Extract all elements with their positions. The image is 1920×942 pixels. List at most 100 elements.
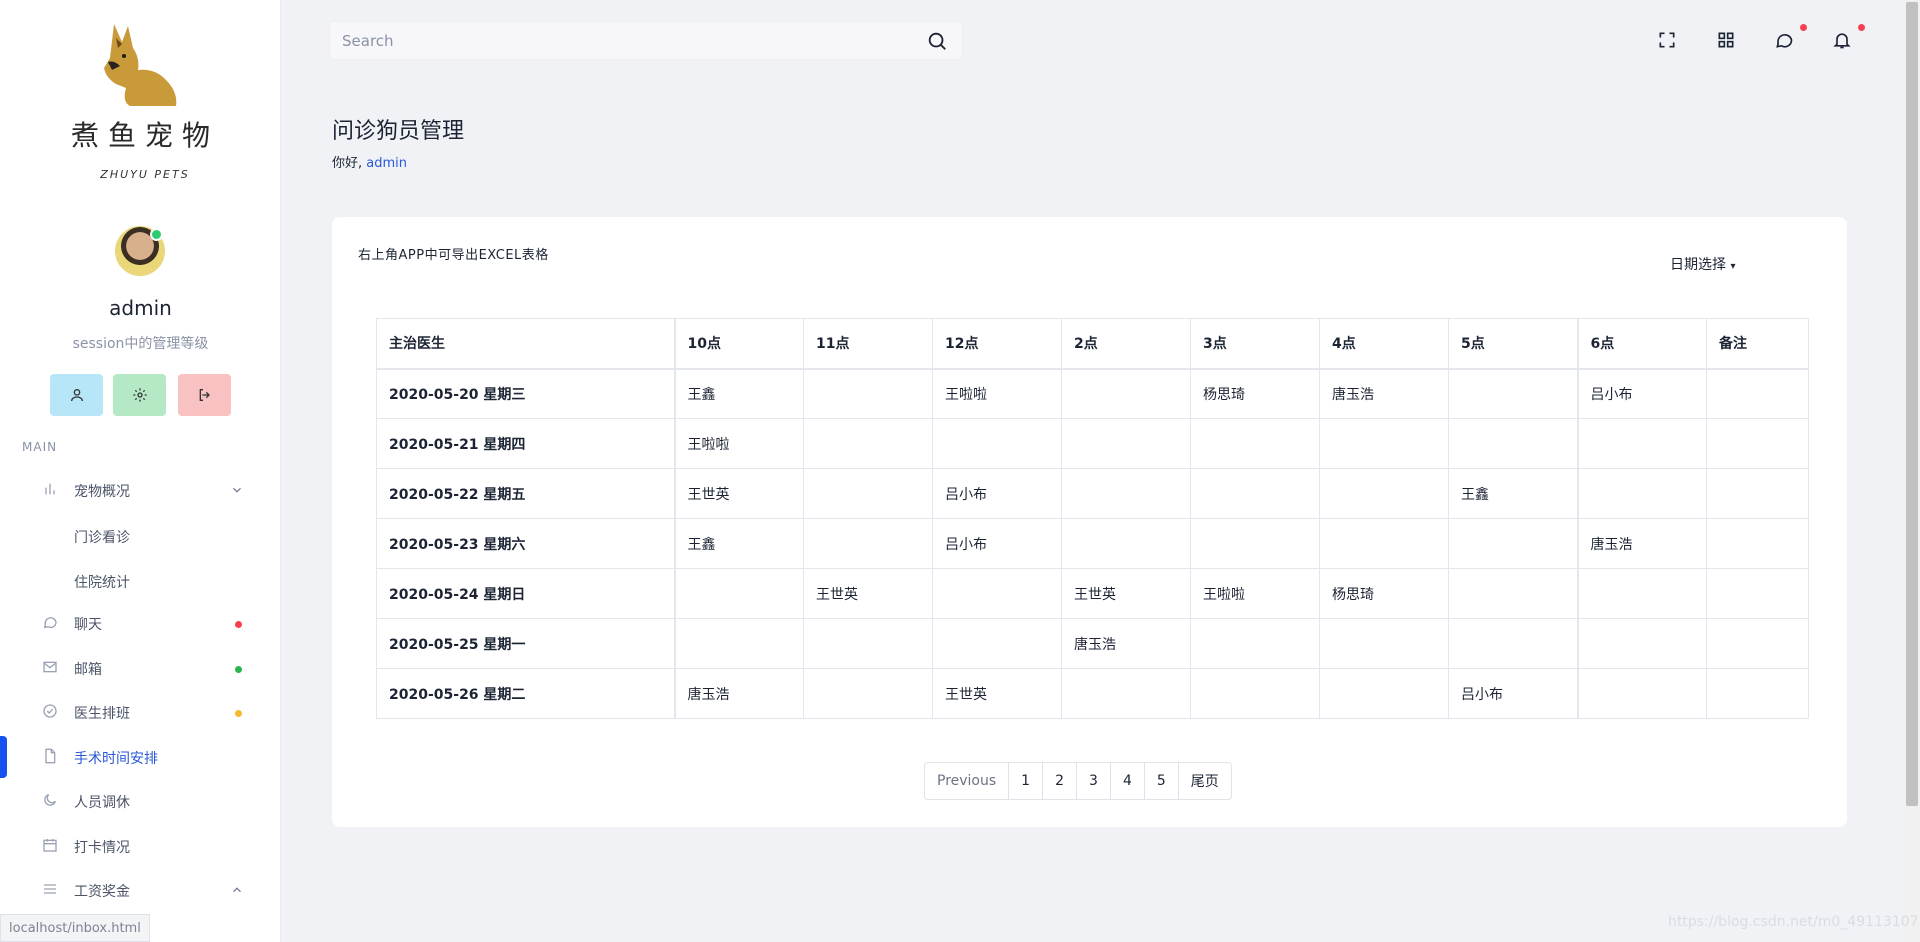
table-cell: 唐玉浩: [673, 668, 804, 719]
last-page-button[interactable]: 尾页: [1177, 763, 1231, 799]
table-cell: 王鑫: [673, 368, 804, 419]
search-input[interactable]: [342, 31, 902, 51]
page-button[interactable]: 5: [1143, 763, 1178, 799]
page-button[interactable]: 2: [1042, 763, 1076, 799]
online-status-dot: [150, 228, 163, 241]
file-icon: [40, 748, 60, 768]
table-cell: [1706, 468, 1809, 519]
column-header: 4点: [1319, 318, 1449, 370]
table-cell: [1061, 518, 1191, 569]
table-cell: [1706, 668, 1809, 719]
settings-button[interactable]: [113, 374, 166, 416]
sidebar-item-staff-leave[interactable]: 人员调休: [0, 784, 280, 820]
dog-logo-icon: [104, 24, 177, 106]
table-row: 2020-05-22 星期五 王世英 吕小布 王鑫: [376, 468, 1809, 519]
sidebar-item-doctor-schedule[interactable]: 医生排班: [0, 695, 280, 731]
table-cell: [1576, 618, 1707, 669]
scrollbar-thumb[interactable]: [1906, 2, 1918, 806]
sidebar-item-salary[interactable]: 工资奖金: [0, 873, 280, 909]
notifications-button[interactable]: [1830, 28, 1854, 52]
logout-button[interactable]: [178, 374, 231, 416]
sidebar-item-label: 打卡情况: [74, 840, 130, 856]
table-cell: [1576, 468, 1707, 519]
export-note: 右上角APP中可导出EXCEL表格: [358, 248, 549, 263]
table-cell: 杨思琦: [1319, 568, 1449, 619]
brand-title: 煮鱼宠物: [70, 119, 219, 152]
watermark-text: https://blog.csdn.net/m0_49113107: [1668, 914, 1919, 930]
search-box: [329, 21, 963, 60]
table-row: 2020-05-25 星期一 唐玉浩: [376, 618, 1809, 669]
table-cell: [1706, 568, 1809, 619]
status-url: localhost/inbox.html: [0, 914, 150, 942]
sidebar-subitem-outpatient[interactable]: 门诊看诊: [74, 527, 130, 547]
table-cell: 2020-05-23 星期六: [376, 518, 675, 569]
table-cell: [1190, 468, 1320, 519]
sidebar-item-surgery-schedule[interactable]: 手术时间安排: [0, 740, 280, 776]
fullscreen-button[interactable]: [1655, 28, 1679, 52]
logout-icon: [199, 389, 210, 401]
table-cell: 2020-05-24 星期日: [376, 568, 675, 619]
schedule-card: 右上角APP中可导出EXCEL表格 日期选择 ▾ 主治医生 10点 11点 12…: [332, 217, 1847, 827]
brand-subtitle: ZHUYU PETS: [100, 168, 190, 181]
table-cell: [1061, 668, 1191, 719]
table-cell: [1448, 368, 1578, 419]
table-row: 2020-05-23 星期六 王鑫 吕小布 唐玉浩: [376, 518, 1809, 569]
notification-dot: [235, 665, 242, 673]
table-cell: 王世英: [932, 668, 1062, 719]
page-button[interactable]: 3: [1076, 763, 1110, 799]
brand-logo[interactable]: 煮鱼宠物 ZHUYU PETS: [70, 18, 220, 188]
column-header: 备注: [1706, 318, 1809, 370]
table-cell: 吕小布: [1576, 368, 1707, 419]
date-select-label: 日期选择: [1670, 257, 1726, 273]
table-cell: 王鑫: [1448, 468, 1578, 519]
sidebar-item-chat[interactable]: 聊天: [0, 606, 280, 642]
table-cell: [1576, 668, 1707, 719]
table-cell: [1319, 668, 1449, 719]
page-button[interactable]: 4: [1109, 763, 1144, 799]
sidebar-item-label: 手术时间安排: [74, 751, 158, 767]
table-cell: [1576, 568, 1707, 619]
table-cell: 王世英: [803, 568, 933, 619]
grid-icon: [1718, 32, 1734, 48]
gear-icon: [132, 388, 147, 402]
table-cell: [1319, 518, 1449, 569]
page-title: 问诊狗员管理: [332, 119, 465, 144]
table-cell: 2020-05-25 星期一: [376, 618, 675, 669]
table-cell: [1706, 368, 1809, 419]
table-cell: [1576, 418, 1707, 469]
greeting-username-link[interactable]: admin: [366, 156, 407, 171]
table-cell: [1061, 468, 1191, 519]
messages-button[interactable]: [1772, 28, 1796, 52]
user-icon: [70, 389, 83, 402]
table-cell: 杨思琦: [1190, 368, 1320, 419]
table-cell: 王鑫: [673, 518, 804, 569]
sidebar: 煮鱼宠物 ZHUYU PETS admin session中的管理等级 MAIN…: [0, 0, 281, 942]
table-cell: [1190, 518, 1320, 569]
page-button[interactable]: 1: [1008, 763, 1042, 799]
moon-icon: [40, 792, 60, 812]
column-header: 10点: [673, 318, 804, 370]
search-icon[interactable]: [926, 30, 948, 52]
previous-page-button[interactable]: Previous: [925, 763, 1008, 799]
sidebar-item-mail[interactable]: 邮箱: [0, 651, 280, 687]
sidebar-item-attendance[interactable]: 打卡情况: [0, 829, 280, 865]
table-cell: [1190, 618, 1320, 669]
user-role: session中的管理等级: [72, 336, 209, 352]
table-row: 2020-05-24 星期日 王世英 王世英 王啦啦 杨思琦: [376, 568, 1809, 619]
sidebar-item-pet-overview[interactable]: 宠物概况: [0, 473, 280, 509]
sidebar-subitem-inpatient[interactable]: 住院统计: [74, 572, 130, 592]
check-circle-icon: [40, 703, 60, 723]
table-cell: [803, 468, 933, 519]
profile-button[interactable]: [50, 374, 103, 416]
date-select-dropdown[interactable]: 日期选择 ▾: [1670, 254, 1735, 274]
bell-icon: [1833, 33, 1851, 49]
apps-button[interactable]: [1714, 28, 1738, 52]
table-cell: [1319, 618, 1449, 669]
notification-dot: [235, 709, 242, 717]
table-cell: [673, 618, 804, 669]
table-cell: [932, 618, 1062, 669]
table-cell: [803, 668, 933, 719]
mail-icon: [40, 659, 60, 679]
chevron-down-icon: [230, 483, 244, 500]
column-header: 12点: [932, 318, 1062, 370]
